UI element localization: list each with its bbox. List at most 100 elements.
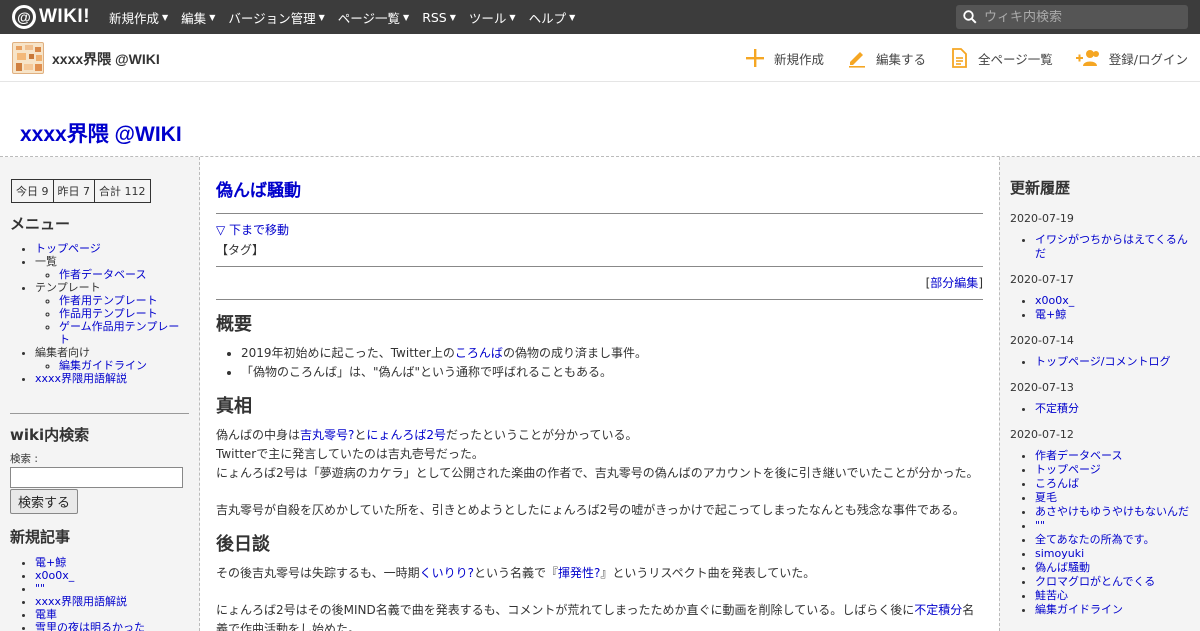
new-article-link[interactable]: 電+鯨 [35, 556, 66, 569]
page-title[interactable]: 偽んば騒動 [216, 176, 983, 201]
wiki-search-box [956, 5, 1188, 29]
action-label: 新規作成 [773, 51, 824, 67]
update-list: 作者データベース トップページ ころんば 夏毛 あさやけもゆうやけもないんだ "… [1010, 449, 1190, 617]
menu-link-tpl-game[interactable]: ゲーム作品用テンプレート [59, 320, 179, 346]
text: 2019年初始めに起こった、Twitter上の [241, 346, 455, 360]
nav-help[interactable]: ヘルプ ▼ [529, 8, 576, 27]
menu-link-tpl-work[interactable]: 作品用テンプレート [59, 307, 158, 320]
counter-total: 合計 112 [99, 185, 146, 198]
list-item: "" [35, 582, 189, 595]
list-item: クロマグロがとんでくる [1035, 575, 1190, 589]
menu-link-author-db[interactable]: 作者データベース [59, 268, 146, 281]
paragraph: にょんろば2号は「夢遊病のカケラ」として公開された楽曲の作者で、吉丸零号の偽んば… [216, 466, 979, 480]
nav-label: ヘルプ [528, 10, 567, 26]
list-item: "" [1035, 519, 1190, 533]
logo-text: WIKI! [39, 6, 91, 27]
document-icon [952, 48, 967, 68]
update-link[interactable]: 全てあなたの所為です。 [1035, 533, 1155, 546]
nav-label: ツール [468, 10, 507, 26]
wiki-search-input[interactable] [984, 9, 1180, 25]
text: 「偽物のころんば」は、"偽んば"という通称で呼ばれることもある。 [241, 365, 613, 379]
list-item: xxxx界隈用語解説 [35, 372, 189, 385]
new-article-link[interactable]: "" [35, 582, 45, 595]
link-yoshimaru[interactable]: 吉丸零号? [300, 428, 354, 442]
menu-group-label: 一覧 [35, 255, 57, 268]
link-koronba[interactable]: ころんば [455, 346, 503, 360]
nav-pages[interactable]: ページ一覧 ▼ [338, 8, 409, 27]
update-link[interactable]: ころんば [1035, 477, 1079, 490]
partial-edit-link[interactable]: 部分編集 [930, 276, 978, 290]
nav-version[interactable]: バージョン管理 ▼ [228, 8, 324, 27]
wiki-avatar-icon[interactable] [12, 42, 44, 74]
plus-icon [745, 49, 764, 67]
menu-link-guideline[interactable]: 編集ガイドライン [59, 359, 147, 372]
jump-to-bottom-link[interactable]: ▽ 下まで移動 [216, 221, 983, 238]
nav-label: 新規作成 [109, 10, 160, 26]
new-articles-list: 電+鯨 x0o0x_ "" xxxx界隈用語解説 電車 雪里の夜は明るかった [10, 556, 189, 631]
link-nyonroba[interactable]: にょんろば2号 [366, 428, 446, 442]
update-link[interactable]: "" [1035, 519, 1045, 532]
text: にょんろば2号はその後MIND名義で曲を発表するも、コメントが荒れてしまったため… [216, 603, 915, 617]
update-link[interactable]: 夏毛 [1035, 491, 1057, 504]
list-item: 編集ガイドライン [1035, 603, 1190, 617]
wiki-name[interactable]: xxxx界隈 @WIKI [52, 49, 160, 69]
nav-tools[interactable]: ツール ▼ [469, 8, 516, 27]
menu-link-tpl-author[interactable]: 作者用テンプレート [59, 294, 158, 307]
update-link[interactable]: クロマグロがとんでくる [1035, 575, 1155, 588]
sidebar-search-button[interactable]: 検索する [10, 489, 79, 514]
list-item: 鮭苦心 [1035, 589, 1190, 603]
list-item: イワシがつちからはえてくるんだ [1035, 233, 1190, 261]
nav-rss[interactable]: RSS ▼ [422, 10, 456, 25]
text: の偽物の成り済まし事件。 [502, 346, 647, 360]
all-pages-button[interactable]: 全ページ一覧 [948, 47, 1053, 69]
update-list: 不定積分 [1010, 402, 1190, 416]
counter-yesterday: 昨日 7 [54, 180, 95, 202]
sidebar-search-input[interactable] [10, 467, 183, 488]
update-link[interactable]: 鮭苦心 [1035, 589, 1068, 602]
update-link[interactable]: あさやけもゆうやけもないんだ [1035, 505, 1189, 518]
new-article-link[interactable]: xxxx界隈用語解説 [35, 595, 127, 608]
update-link[interactable]: イワシがつちからはえてくるんだ [1035, 233, 1188, 260]
paragraph: 偽んばの中身は吉丸零号?とにょんろば2号だったということが分かっている。 [216, 426, 983, 445]
edit-button[interactable]: 編集する [846, 47, 926, 69]
list-item: 編集者向け 編集ガイドライン [35, 346, 189, 372]
menu-link-top[interactable]: トップページ [35, 242, 101, 255]
update-link[interactable]: simoyuki [1035, 547, 1084, 560]
search-icon[interactable] [956, 10, 984, 24]
nav-edit[interactable]: 編集 ▼ [181, 8, 215, 27]
link-kuiriri[interactable]: くいりり? [420, 566, 474, 580]
update-link[interactable]: 電+鯨 [1035, 308, 1066, 321]
register-login-button[interactable]: 登録/ログイン [1075, 47, 1188, 69]
list-item: 夏毛 [1035, 491, 1190, 505]
update-link[interactable]: 偽んば騒動 [1035, 561, 1090, 574]
list-item: ころんば [1035, 477, 1190, 491]
nav-label: RSS [422, 9, 447, 25]
update-link[interactable]: 編集ガイドライン [1035, 603, 1123, 616]
new-articles-heading: 新規記事 [10, 528, 71, 546]
update-link[interactable]: トップページ [1035, 463, 1101, 476]
new-article-link[interactable]: 電車 [35, 608, 57, 621]
nav-new[interactable]: 新規作成 ▼ [109, 8, 168, 27]
overview-list: 2019年初始めに起こった、Twitter上のころんばの偽物の成り済まし事件。 … [216, 344, 983, 382]
update-link[interactable]: 不定積分 [1035, 402, 1079, 415]
update-link[interactable]: 作者データベース [1035, 449, 1122, 462]
site-title[interactable]: xxxx界隈 @WIKI [20, 118, 182, 148]
action-label: 全ページ一覧 [978, 51, 1053, 67]
update-link[interactable]: x0o0x_ [1035, 294, 1074, 307]
new-page-button[interactable]: 新規作成 [744, 47, 824, 69]
list-item: トップページ [1035, 463, 1190, 477]
update-date: 2020-07-12 [1010, 428, 1074, 441]
atwiki-logo[interactable]: @ WIKI! [12, 5, 90, 29]
menu-group-label: テンプレート [35, 281, 101, 294]
list-item: 電車 [35, 608, 189, 621]
caret-down-icon: ▼ [162, 12, 169, 22]
menu-heading: メニュー [10, 215, 71, 233]
link-kihatsusei[interactable]: 揮発性? [558, 566, 600, 580]
update-link[interactable]: トップページ/コメントログ [1035, 355, 1171, 368]
menu-link-glossary[interactable]: xxxx界隈用語解説 [35, 372, 127, 385]
text: 偽んばの中身は [216, 428, 301, 442]
new-article-link[interactable]: x0o0x_ [35, 569, 74, 582]
list-item: 一覧 作者データベース [35, 255, 189, 281]
link-futeisekibun[interactable]: 不定積分 [914, 603, 962, 617]
